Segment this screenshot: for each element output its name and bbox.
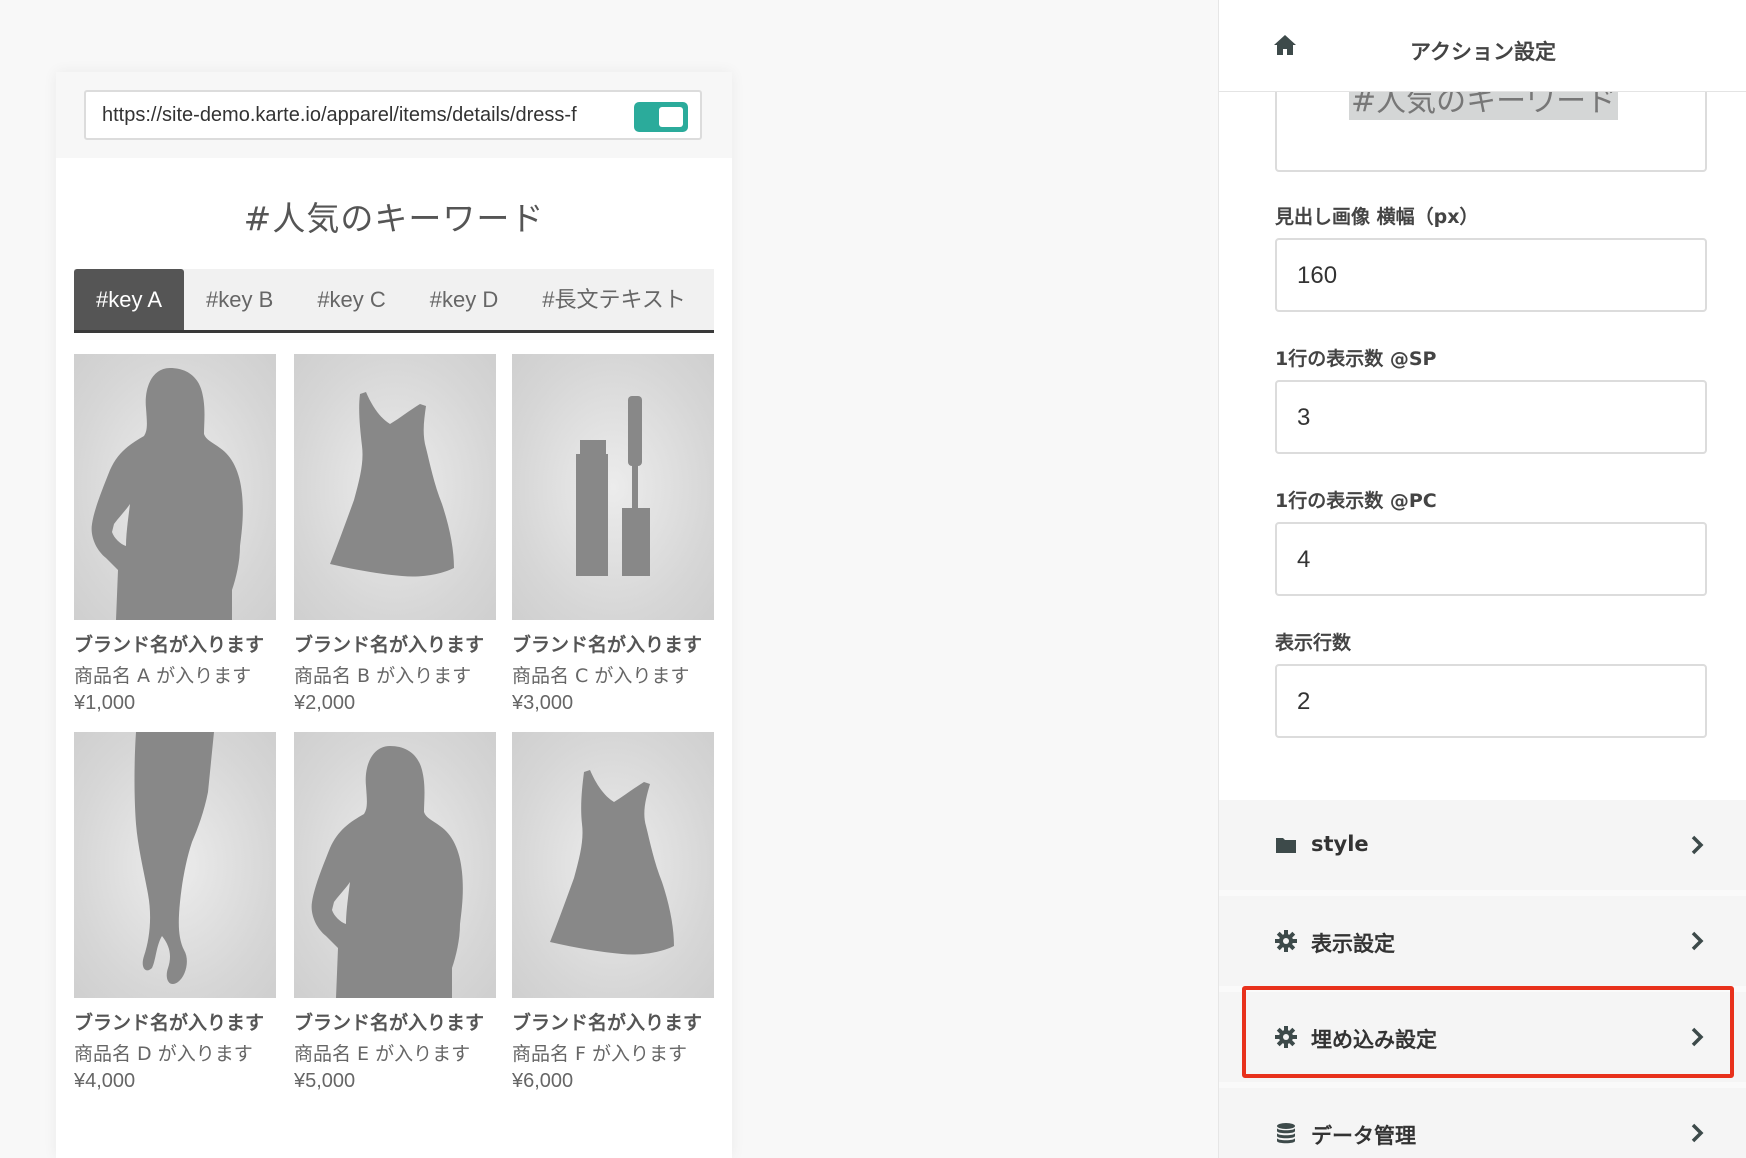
menu-label-embed-settings: 埋め込み設定 [1311, 1028, 1437, 1052]
chevron-right-icon [1691, 1027, 1704, 1047]
product-price: ¥1,000 [74, 692, 136, 714]
preview-toggle[interactable] [634, 102, 688, 132]
product-image[interactable] [512, 732, 714, 998]
field-label-per-row-pc: 1行の表示数 @PC [1275, 490, 1437, 512]
panel-title: アクション設定 [1410, 40, 1556, 64]
product-price: ¥4,000 [74, 1070, 136, 1092]
menu-item-style[interactable]: style [1219, 800, 1746, 890]
settings-form: #人気のキーワード 見出し画像 横幅（px） 160 1行の表示数 @SP 3 … [1219, 92, 1746, 800]
product-price: ¥3,000 [512, 692, 574, 714]
woman-silhouette-icon [91, 368, 243, 620]
product-image[interactable] [294, 732, 496, 998]
woman-silhouette-icon [311, 746, 463, 998]
product-brand: ブランド名が入ります [512, 634, 703, 656]
mascara-icon [576, 396, 650, 576]
dress-silhouette-icon [330, 392, 454, 577]
tab-key-a[interactable]: #key A [74, 269, 185, 330]
field-label-row-count: 表示行数 [1275, 632, 1352, 654]
product-card[interactable]: ブランド名が入ります 商品名 D が入ります ¥4,000 [74, 732, 276, 1093]
product-brand: ブランド名が入ります [74, 1012, 265, 1034]
product-price: ¥2,000 [294, 692, 356, 714]
gear-icon [1275, 1026, 1297, 1048]
row-count-value: 2 [1297, 688, 1311, 715]
database-icon [1277, 1123, 1295, 1144]
tab-key-c[interactable]: #key C [295, 269, 407, 330]
product-name: 商品名 F が入ります [512, 1043, 688, 1065]
url-bar: https://site-demo.karte.io/apparel/items… [56, 72, 732, 158]
product-brand: ブランド名が入ります [74, 634, 265, 656]
product-card[interactable]: ブランド名が入ります 商品名 E が入ります ¥5,000 [294, 732, 496, 1093]
product-card[interactable]: ブランド名が入ります 商品名 B が入ります ¥2,000 [294, 354, 496, 715]
textarea-selected-text: #人気のキーワード [1349, 92, 1619, 120]
image-width-input[interactable]: 160 [1275, 238, 1707, 312]
settings-panel: アクション設定 #人気のキーワード 見出し画像 横幅（px） 160 1行の表示… [1218, 0, 1746, 1158]
url-value: https://site-demo.karte.io/apparel/items… [102, 104, 577, 126]
menu-label-data-management: データ管理 [1311, 1124, 1416, 1148]
product-name: 商品名 C が入ります [512, 665, 690, 687]
menu-item-embed-settings[interactable]: 埋め込み設定 [1219, 992, 1746, 1082]
embed-preview: https://site-demo.karte.io/apparel/items… [56, 72, 732, 1158]
product-brand: ブランド名が入ります [294, 634, 485, 656]
url-input[interactable]: https://site-demo.karte.io/apparel/items… [84, 90, 702, 140]
field-label-per-row-sp: 1行の表示数 @SP [1275, 348, 1437, 370]
product-name: 商品名 E が入ります [294, 1043, 471, 1065]
per-row-sp-value: 3 [1297, 404, 1311, 431]
menu-item-data-management[interactable]: データ管理 [1219, 1088, 1746, 1158]
product-brand: ブランド名が入ります [512, 1012, 703, 1034]
tab-key-b[interactable]: #key B [184, 269, 295, 330]
dress-silhouette-icon [550, 770, 674, 955]
product-image[interactable] [74, 354, 276, 620]
heading-textarea[interactable]: #人気のキーワード [1275, 92, 1707, 172]
menu-item-display-settings[interactable]: 表示設定 [1219, 896, 1746, 986]
chevron-right-icon [1691, 835, 1704, 855]
tab-long-text[interactable]: #長文テキスト [520, 269, 708, 330]
toggle-knob [659, 107, 683, 127]
product-brand: ブランド名が入ります [294, 1012, 485, 1034]
gear-icon [1275, 930, 1297, 952]
legs-silhouette-icon [134, 732, 214, 985]
product-name: 商品名 D が入ります [74, 1043, 253, 1065]
product-price: ¥5,000 [294, 1070, 356, 1092]
per-row-pc-value: 4 [1297, 546, 1311, 573]
menu-label-style: style [1311, 832, 1369, 856]
row-count-input[interactable]: 2 [1275, 664, 1707, 738]
per-row-pc-input[interactable]: 4 [1275, 522, 1707, 596]
section-title: #人気のキーワード [243, 199, 545, 238]
product-card[interactable]: ブランド名が入ります 商品名 F が入ります ¥6,000 [512, 732, 714, 1093]
menu-label-display-settings: 表示設定 [1311, 932, 1395, 956]
per-row-sp-input[interactable]: 3 [1275, 380, 1707, 454]
field-label-image-width: 見出し画像 横幅（px） [1275, 206, 1479, 228]
tab-key-d[interactable]: #key D [408, 269, 520, 330]
product-price: ¥6,000 [512, 1070, 574, 1092]
product-image[interactable] [512, 354, 714, 620]
product-name: 商品名 A が入ります [74, 665, 252, 687]
product-card[interactable]: ブランド名が入ります 商品名 A が入ります ¥1,000 [74, 354, 276, 715]
product-card[interactable]: ブランド名が入ります 商品名 C が入ります ¥3,000 [512, 354, 714, 715]
product-name: 商品名 B が入ります [294, 665, 472, 687]
product-image[interactable] [74, 732, 276, 998]
product-image[interactable] [294, 354, 496, 620]
panel-header: アクション設定 [1219, 0, 1746, 92]
folder-icon [1276, 838, 1296, 853]
chevron-right-icon [1691, 1123, 1704, 1143]
chevron-right-icon [1691, 931, 1704, 951]
keyword-tabs: #key A #key B #key C #key D #長文テキスト [74, 269, 714, 333]
image-width-value: 160 [1297, 262, 1338, 289]
